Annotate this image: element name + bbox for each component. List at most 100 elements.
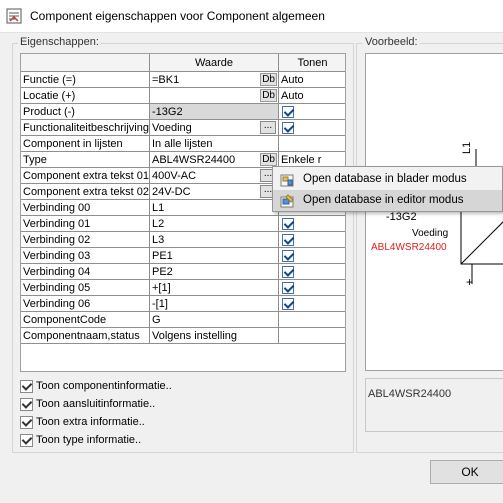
property-name: Component in lijsten bbox=[21, 135, 150, 152]
table-row[interactable]: Verbinding 05 +[1] bbox=[21, 279, 345, 296]
property-name: ComponentCode bbox=[21, 311, 150, 328]
component-symbol: L1 -13G2 Voeding ABL4WSR24400 + bbox=[371, 142, 503, 289]
property-value: -13G2 bbox=[152, 105, 183, 118]
property-value-cell[interactable]: L1 bbox=[149, 199, 279, 216]
show-checkbox[interactable] bbox=[282, 281, 294, 294]
property-value-cell[interactable]: -13G2 bbox=[149, 103, 279, 120]
property-show-cell[interactable] bbox=[278, 103, 345, 120]
property-value: =BK1 bbox=[152, 73, 180, 86]
table-row[interactable]: Verbinding 04 PE2 bbox=[21, 263, 345, 280]
property-value: 400V-AC bbox=[152, 169, 197, 182]
property-value-cell[interactable]: In alle lijsten bbox=[149, 135, 279, 152]
ok-button[interactable]: OK bbox=[430, 460, 503, 484]
symbol-pin-bottom: + bbox=[466, 275, 473, 289]
menu-item-open-browse-mode[interactable]: Open database in blader modus bbox=[273, 169, 502, 190]
property-name: Verbinding 01 bbox=[21, 215, 150, 232]
property-show-cell[interactable] bbox=[278, 327, 345, 344]
property-name: Type bbox=[21, 151, 150, 168]
property-value-cell[interactable]: 24V-DC... bbox=[149, 183, 279, 200]
option-show-component-info[interactable]: Toon componentinformatie.. bbox=[20, 378, 172, 394]
component-app-icon bbox=[6, 8, 22, 24]
show-type-info-checkbox[interactable] bbox=[20, 433, 33, 447]
show-checkbox[interactable] bbox=[282, 233, 294, 246]
property-name: Locatie (+) bbox=[21, 87, 150, 104]
table-row[interactable]: Verbinding 01 L2 bbox=[21, 215, 345, 232]
property-show-cell[interactable] bbox=[278, 263, 345, 280]
property-show-cell[interactable] bbox=[278, 231, 345, 248]
property-value: Volgens instelling bbox=[152, 329, 238, 342]
property-name: Verbinding 05 bbox=[21, 279, 150, 296]
grid-corner-cell bbox=[21, 54, 150, 72]
ellipsis-button[interactable]: ... bbox=[260, 121, 276, 134]
show-checkbox[interactable] bbox=[282, 297, 294, 310]
table-row[interactable]: Verbinding 03 PE1 bbox=[21, 247, 345, 264]
table-row[interactable]: Verbinding 02 L3 bbox=[21, 231, 345, 248]
property-value: Voeding bbox=[152, 121, 192, 134]
table-row[interactable]: Component in lijsten In alle lijsten bbox=[21, 135, 345, 152]
property-value-cell[interactable]: ABL4WSR24400 Db bbox=[149, 151, 279, 168]
database-button[interactable]: Db bbox=[260, 73, 277, 86]
option-show-extra-info[interactable]: Toon extra informatie.. bbox=[20, 414, 145, 430]
database-button[interactable]: Db bbox=[260, 89, 277, 102]
show-component-info-checkbox[interactable] bbox=[20, 379, 33, 393]
show-checkbox[interactable] bbox=[282, 249, 294, 262]
property-show-cell[interactable] bbox=[278, 119, 345, 136]
property-value-cell[interactable]: -[1] bbox=[149, 295, 279, 312]
property-name: Functie (=) bbox=[21, 71, 150, 88]
menu-item-label: Open database in editor modus bbox=[303, 194, 464, 206]
menu-item-open-editor-mode[interactable]: Open database in editor modus bbox=[273, 190, 502, 211]
option-label: Toon type informatie.. bbox=[36, 434, 142, 446]
property-show-cell[interactable] bbox=[278, 215, 345, 232]
property-value-cell[interactable]: PE2 bbox=[149, 263, 279, 280]
table-row[interactable]: Verbinding 06 -[1] bbox=[21, 295, 345, 312]
option-label: Toon componentinformatie.. bbox=[36, 380, 172, 392]
show-checkbox[interactable] bbox=[282, 121, 294, 134]
table-row[interactable]: Product (-) -13G2 bbox=[21, 103, 345, 120]
property-name: Verbinding 06 bbox=[21, 295, 150, 312]
window-title: Component eigenschappen voor Component a… bbox=[30, 9, 325, 23]
property-show-cell[interactable] bbox=[278, 279, 345, 296]
property-show-cell[interactable] bbox=[278, 135, 345, 152]
show-checkbox[interactable] bbox=[282, 217, 294, 230]
table-row[interactable]: Functie (=) =BK1 Db Auto bbox=[21, 71, 345, 88]
property-value-cell[interactable]: L2 bbox=[149, 215, 279, 232]
property-show-cell[interactable] bbox=[278, 247, 345, 264]
property-value: +[1] bbox=[152, 281, 171, 294]
show-connection-info-checkbox[interactable] bbox=[20, 397, 33, 411]
properties-legend: Eigenschappen: bbox=[18, 36, 101, 48]
property-value: L1 bbox=[152, 201, 165, 214]
column-header-tonen[interactable]: Tonen bbox=[278, 54, 345, 72]
property-value-cell[interactable]: 400V-AC... bbox=[149, 167, 279, 184]
database-button[interactable]: Db bbox=[260, 153, 277, 166]
property-value-cell[interactable]: =BK1 Db bbox=[149, 71, 279, 88]
table-row[interactable]: Locatie (+) Db Auto bbox=[21, 87, 345, 104]
menu-item-label: Open database in blader modus bbox=[303, 173, 467, 185]
column-header-waarde[interactable]: Waarde bbox=[149, 54, 279, 72]
property-show-cell[interactable] bbox=[278, 295, 345, 312]
table-row[interactable]: Componentnaam,status Volgens instelling bbox=[21, 327, 345, 344]
show-extra-info-checkbox[interactable] bbox=[20, 415, 33, 429]
table-row[interactable]: ComponentCode G bbox=[21, 311, 345, 328]
property-show-cell[interactable]: Auto bbox=[278, 71, 345, 88]
property-value: L2 bbox=[152, 217, 165, 230]
property-value-cell[interactable]: PE1 bbox=[149, 247, 279, 264]
option-show-type-info[interactable]: Toon type informatie.. bbox=[20, 432, 141, 448]
option-show-connection-info[interactable]: Toon aansluitinformatie.. bbox=[20, 396, 155, 412]
property-value-cell[interactable]: L3 bbox=[149, 231, 279, 248]
property-value-cell[interactable]: Db bbox=[149, 87, 279, 104]
property-value-cell[interactable]: G bbox=[149, 311, 279, 328]
property-show-cell[interactable]: Auto bbox=[278, 87, 345, 104]
property-value: L3 bbox=[152, 233, 165, 246]
property-name: Component extra tekst 01 bbox=[21, 167, 150, 184]
show-checkbox[interactable] bbox=[282, 265, 294, 278]
database-context-menu: Open database in blader modus Open datab… bbox=[272, 166, 503, 212]
property-value-cell[interactable]: Volgens instelling bbox=[149, 327, 279, 344]
show-checkbox[interactable] bbox=[282, 105, 294, 118]
table-row[interactable]: Functionaliteitbeschrijving Voeding... bbox=[21, 119, 345, 136]
property-value-cell[interactable]: Voeding... bbox=[149, 119, 279, 136]
option-label: Toon aansluitinformatie.. bbox=[36, 398, 156, 410]
property-name: Verbinding 02 bbox=[21, 231, 150, 248]
property-value-cell[interactable]: +[1] bbox=[149, 279, 279, 296]
property-name: Verbinding 04 bbox=[21, 263, 150, 280]
property-show-cell[interactable] bbox=[278, 311, 345, 328]
